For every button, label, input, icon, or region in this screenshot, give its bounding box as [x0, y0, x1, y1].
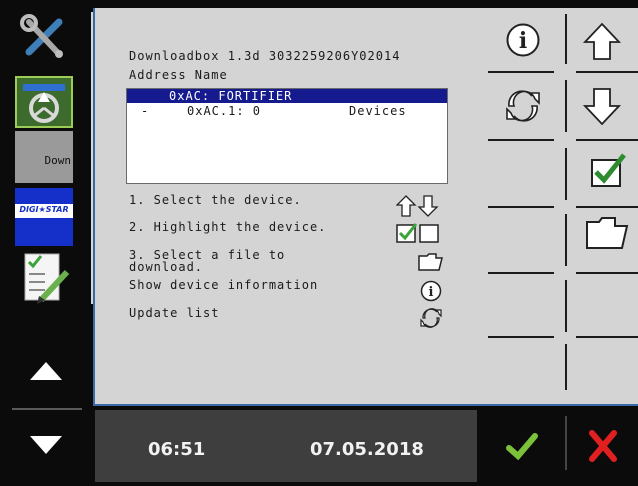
list-row-address: 0xAC.1: 0 — [187, 104, 262, 118]
arrow-up-button[interactable] — [582, 22, 622, 62]
svg-text:i: i — [429, 285, 434, 300]
open-folder-button[interactable] — [585, 216, 629, 250]
checked-checkbox-icon — [591, 153, 626, 187]
grid-divider — [565, 344, 567, 390]
list-row-marker: - — [141, 104, 150, 118]
sidebar-divider — [12, 408, 82, 410]
folder-icon — [418, 252, 444, 272]
instruction-step-2: 2. Highlight the device. — [129, 220, 327, 234]
list-row-type: Devices — [349, 104, 407, 118]
grid-divider — [488, 139, 554, 141]
instruction-show-info: Show device information — [129, 278, 319, 292]
info-icon: i — [506, 23, 540, 57]
status-bar: 06:51 07.05.2018 — [95, 410, 477, 482]
confirm-button[interactable] — [477, 410, 565, 482]
grid-divider — [576, 206, 638, 208]
checkbox-icons — [396, 222, 442, 244]
refresh-icon — [506, 90, 540, 122]
grid-divider — [565, 148, 567, 200]
grid-divider — [565, 214, 567, 266]
arrow-up-icon — [582, 22, 622, 60]
scroll-down-icon[interactable] — [28, 434, 64, 456]
tools-icon[interactable] — [15, 12, 73, 64]
clock-date: 07.05.2018 — [310, 439, 424, 460]
instruction-update-list: Update list — [129, 306, 220, 320]
refresh-button[interactable] — [503, 87, 543, 125]
grid-divider — [488, 206, 554, 208]
up-down-arrows-icon — [395, 194, 442, 218]
info-button[interactable]: i — [505, 22, 541, 58]
clock-time: 06:51 — [148, 439, 206, 460]
panel-border-bottom — [93, 404, 638, 406]
steering-wheel-icon[interactable] — [15, 76, 73, 128]
instruction-step-1: 1. Select the device. — [129, 193, 302, 207]
scroll-up-icon[interactable] — [28, 360, 64, 382]
grid-divider — [488, 272, 554, 274]
grid-divider — [488, 336, 554, 338]
instruction-step-3: 3. Select a file to download. — [129, 249, 285, 273]
instruction-step-3-line-2: download. — [129, 260, 204, 274]
folder-icon — [586, 217, 629, 249]
arrow-down-icon — [582, 88, 622, 126]
device-list[interactable]: 0xAC: FORTIFIER - 0xAC.1: 0 Devices — [126, 88, 448, 184]
grid-divider — [565, 14, 567, 64]
select-checkbox-button[interactable] — [590, 152, 628, 188]
digistar-logo[interactable]: DIGI★STAR — [15, 188, 73, 246]
digistar-brand-label: DIGI★STAR — [19, 205, 69, 214]
refresh-icon — [418, 306, 444, 330]
cross-icon — [589, 430, 617, 462]
grid-divider — [576, 336, 638, 338]
checklist-edit-icon[interactable] — [15, 250, 73, 306]
list-row[interactable]: - 0xAC.1: 0 Devices — [127, 104, 447, 118]
sidebar: Down load box DIGI★STAR — [0, 0, 84, 482]
grid-divider — [576, 139, 638, 141]
grid-divider — [488, 71, 554, 73]
grid-divider — [565, 280, 567, 332]
device-info-text: Downloadbox 1.3d 3032259206Y02014 — [129, 49, 401, 63]
download-box-line-1: Down — [44, 154, 72, 167]
info-icon: i — [420, 280, 442, 302]
grid-divider — [565, 80, 567, 132]
arrow-down-button[interactable] — [582, 86, 622, 126]
list-row-name: 0xAC: FORTIFIER — [169, 89, 293, 103]
grid-divider — [576, 71, 638, 73]
checkmark-icon — [506, 433, 538, 461]
address-name-header: Address Name — [129, 68, 228, 82]
grid-divider — [576, 272, 638, 274]
svg-text:i: i — [519, 28, 527, 54]
download-box-button[interactable]: Down load box — [15, 131, 73, 239]
cancel-button[interactable] — [567, 410, 638, 482]
list-row-selected[interactable]: 0xAC: FORTIFIER — [127, 89, 447, 103]
